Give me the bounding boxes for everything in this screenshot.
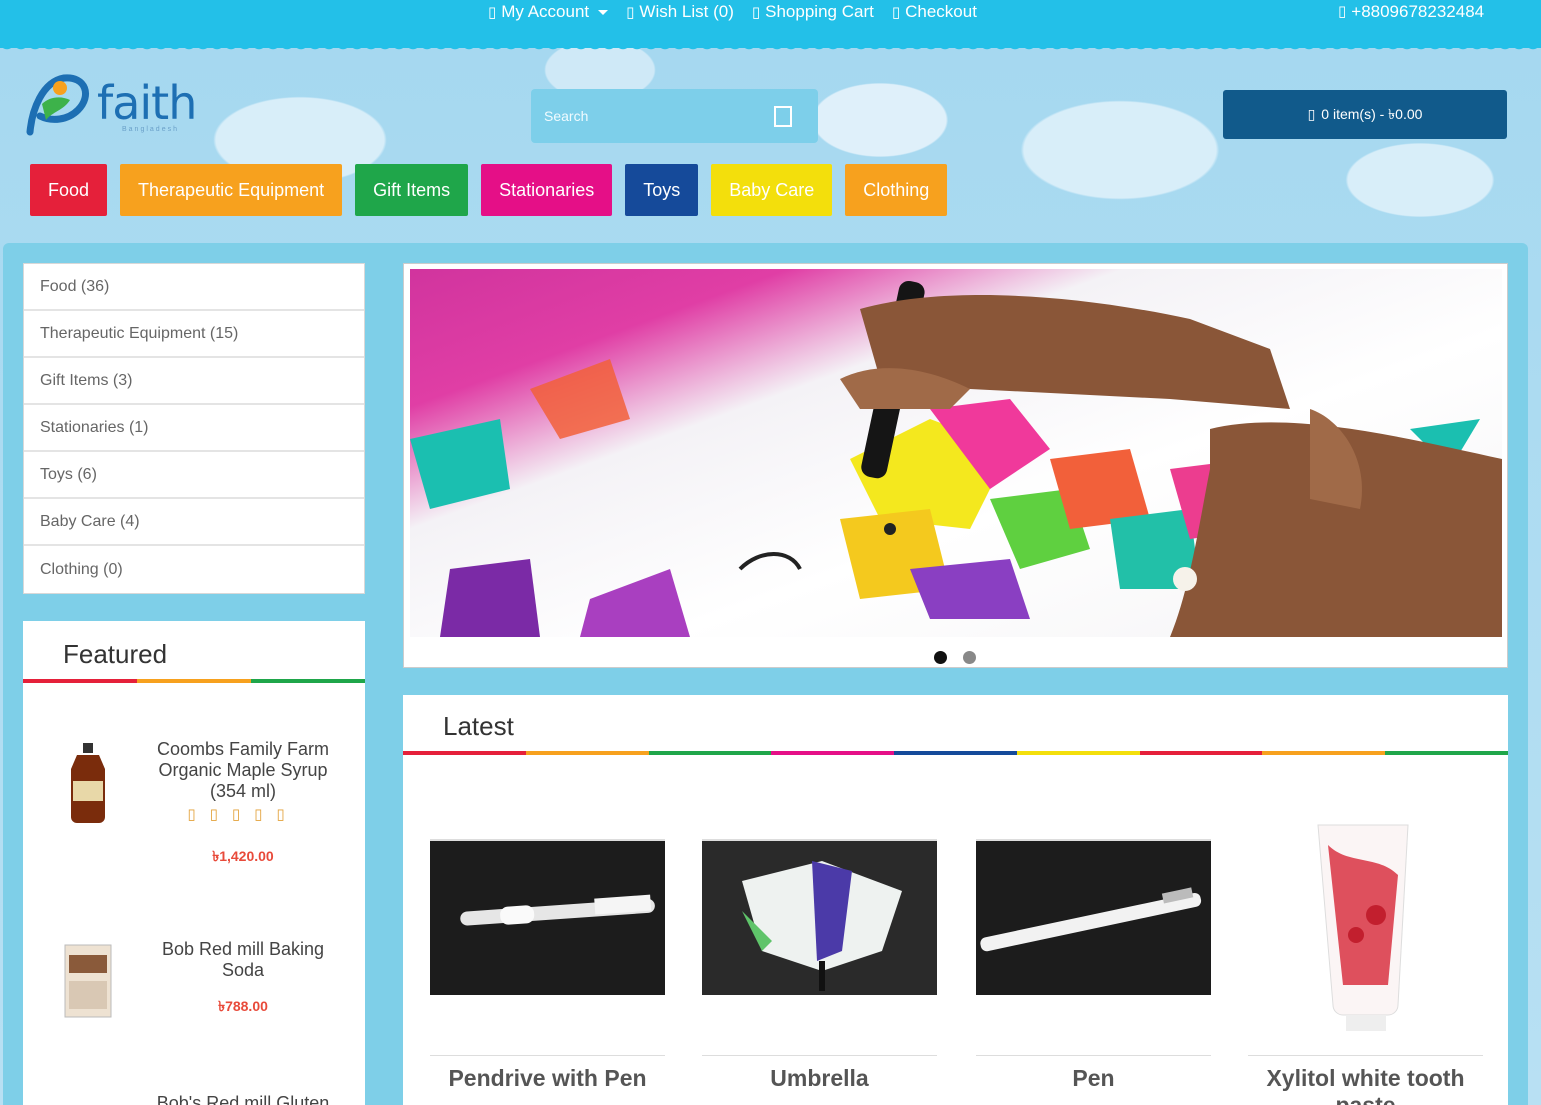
category-toys-button[interactable]: Toys [625,164,699,216]
product-name[interactable]: Pen [976,1065,1211,1092]
featured-item-price: ৳788.00 [218,998,268,1014]
cart-icon: ▯ [1307,106,1316,122]
logo-mark-icon [26,74,89,136]
card-divider [1248,1055,1483,1056]
my-account-label: My Account [501,2,590,21]
caret-down-icon [598,9,609,15]
cart-icon: ▯ [751,4,761,21]
sidebar-item-stationaries[interactable]: Stationaries (1) [24,405,364,452]
user-icon: ▯ [488,4,497,21]
latest-title: Latest [443,711,514,741]
rating-stars: ▯▯▯▯▯ [187,806,299,823]
baking-soda-image [64,944,112,1018]
featured-item-name[interactable]: Bob Red mill Baking Soda [143,939,343,981]
card-divider [702,1055,937,1056]
sidebar-item-food[interactable]: Food (36) [24,264,364,311]
shopping-cart-link[interactable]: ▯ Shopping Cart [752,2,874,22]
checkout-label: Checkout [905,2,977,21]
featured-item-name[interactable]: Bob's Red mill Gluten [143,1093,343,1105]
slider-dot[interactable] [934,651,947,664]
latest-rainbow-divider [403,751,1509,755]
search-button[interactable] [748,89,818,143]
phone-number: +8809678232484 [1351,2,1485,21]
sidebar-category-list: Food (36) Therapeutic Equipment (15) Gif… [23,263,365,594]
top-nav: ▯ My Account ▯ Wish List (0) ▯ Shopping … [488,2,977,22]
cart-summary: 0 item(s) - ৳0.00 [1321,105,1423,122]
product-image[interactable] [1248,805,1483,1035]
featured-box: Featured Coombs Family Farm Organic Mapl… [23,621,365,1105]
search-input[interactable] [531,89,761,143]
checkout-link[interactable]: ▯ Checkout [892,2,977,22]
hero-slide-image [410,269,1502,637]
umbrella-image [742,861,902,991]
top-bar-scallop [0,42,1541,56]
category-food-button[interactable]: Food [30,164,108,216]
pendrive-pen-image [460,894,655,926]
wishlist-link[interactable]: ▯ Wish List (0) [626,2,734,22]
category-baby-care-button[interactable]: Baby Care [711,164,833,216]
featured-item-name[interactable]: Coombs Family Farm Organic Maple Syrup (… [143,739,343,802]
sidebar-item-gift-items[interactable]: Gift Items (3) [24,358,364,405]
logo-wordmark: faith [97,76,197,130]
logo-subtitle: Bangladesh [122,126,179,133]
wishlist-label: Wish List (0) [639,2,734,21]
featured-title: Featured [63,639,168,669]
category-menu: Food Therapeutic Equipment Gift Items St… [30,164,948,216]
cart-button[interactable]: ▯ 0 item(s) - ৳0.00 [1223,90,1507,139]
search-box [531,89,818,143]
sidebar-item-clothing[interactable]: Clothing (0) [24,546,364,593]
phone-icon: ▯ [1338,3,1347,20]
pen-image [980,887,1202,952]
product-image[interactable] [702,839,937,995]
craft-artwork-illustration [410,280,1502,637]
sidebar-item-toys[interactable]: Toys (6) [24,452,364,499]
product-image[interactable] [976,839,1211,995]
product-name[interactable]: Xylitol white tooth paste [1248,1065,1483,1105]
product-name[interactable]: Pendrive with Pen [430,1065,665,1092]
category-therapeutic-equipment-button[interactable]: Therapeutic Equipment [120,164,343,216]
category-clothing-button[interactable]: Clothing [845,164,948,216]
maple-syrup-image [71,743,105,823]
product-name[interactable]: Umbrella [702,1065,937,1092]
search-icon [774,105,792,127]
toothpaste-image [1317,824,1409,1031]
card-divider [430,1055,665,1056]
slider-dot[interactable] [963,651,976,664]
featured-rainbow-divider [23,679,365,683]
faith-logo[interactable]: faith Bangladesh [22,70,202,140]
latest-box: Latest Pendrive with Pen Umbrella Pen Xy… [403,695,1509,1105]
phone-contact[interactable]: ▯ +8809678232484 [1338,2,1484,22]
card-divider [976,1055,1211,1056]
sidebar-item-therapeutic-equipment[interactable]: Therapeutic Equipment (15) [24,311,364,358]
featured-item-price: ৳1,420.00 [212,848,274,864]
category-stationaries-button[interactable]: Stationaries [481,164,613,216]
slider-pagination [934,651,976,664]
shopping-cart-label: Shopping Cart [765,2,874,21]
product-image[interactable] [430,839,665,995]
heart-icon: ▯ [626,4,635,21]
category-gift-items-button[interactable]: Gift Items [355,164,469,216]
sidebar-item-baby-care[interactable]: Baby Care (4) [24,499,364,546]
hero-slider[interactable] [403,263,1508,668]
my-account-link[interactable]: ▯ My Account [488,2,609,22]
share-icon: ▯ [891,4,901,21]
